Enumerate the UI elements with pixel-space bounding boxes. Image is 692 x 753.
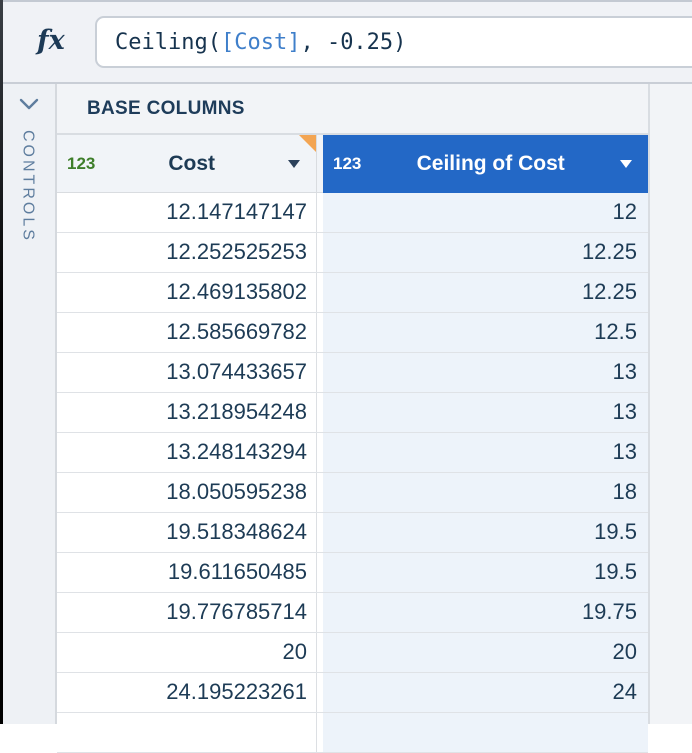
ceiling-of-cost-cell[interactable]	[323, 713, 648, 752]
section-header: BASE COLUMNS	[87, 84, 245, 133]
table-row: 18.050595238 18	[57, 473, 648, 513]
table-row: 12.469135802 12.25	[57, 273, 648, 313]
window-top-border	[0, 0, 692, 2]
formula-source-marker-icon	[299, 135, 316, 152]
column-header-cost[interactable]: 123 Cost	[57, 135, 317, 193]
numeric-type-icon: 123	[67, 154, 95, 174]
formula-prefix: Ceiling(	[115, 30, 221, 55]
table-row: 24.195223261 24	[57, 673, 648, 713]
formula-suffix: , -0.25)	[300, 30, 406, 55]
table-row: 19.611650485 19.5	[57, 553, 648, 593]
table-right-border	[648, 84, 650, 724]
window-left-edge	[0, 0, 3, 724]
ceiling-of-cost-cell[interactable]: 20	[323, 633, 648, 672]
table-body: 12.147147147 12 12.252525253 12.25 12.46…	[57, 193, 648, 753]
table-row: 13.248143294 13	[57, 433, 648, 473]
formula-column-ref: [Cost]	[221, 30, 300, 55]
cost-cell[interactable]: 19.611650485	[57, 553, 317, 592]
table-row: 13.218954248 13	[57, 393, 648, 433]
column-title-cost: Cost	[95, 152, 288, 176]
ceiling-of-cost-cell[interactable]: 12.25	[323, 273, 648, 312]
section-header-row: BASE COLUMNS	[57, 84, 648, 135]
chevron-down-icon[interactable]	[19, 98, 39, 110]
cost-cell[interactable]: 13.248143294	[57, 433, 317, 472]
caret-down-icon[interactable]	[620, 160, 632, 168]
caret-down-icon[interactable]	[288, 160, 300, 168]
column-header-ceiling-of-cost[interactable]: 123 Ceiling of Cost	[323, 135, 648, 193]
controls-panel-label: CONTROLS	[19, 130, 37, 243]
ceiling-of-cost-cell[interactable]: 12.5	[323, 313, 648, 352]
ceiling-of-cost-cell[interactable]: 19.75	[323, 593, 648, 632]
ceiling-of-cost-cell[interactable]: 13	[323, 353, 648, 392]
table-row: 19.776785714 19.75	[57, 593, 648, 633]
cost-cell[interactable]: 24.195223261	[57, 673, 317, 712]
ceiling-of-cost-cell[interactable]: 19.5	[323, 513, 648, 552]
table-row: 12.252525253 12.25	[57, 233, 648, 273]
cost-cell[interactable]: 13.074433657	[57, 353, 317, 392]
cost-cell[interactable]: 19.518348624	[57, 513, 317, 552]
table-row: 20 20	[57, 633, 648, 673]
table-row: 12.147147147 12	[57, 193, 648, 233]
cost-cell[interactable]: 13.218954248	[57, 393, 317, 432]
cost-cell[interactable]: 12.147147147	[57, 193, 317, 232]
cost-cell[interactable]: 12.252525253	[57, 233, 317, 272]
formula-bar: fx Ceiling([Cost], -0.25)	[3, 2, 692, 84]
ceiling-of-cost-cell[interactable]: 24	[323, 673, 648, 712]
ceiling-of-cost-cell[interactable]: 12	[323, 193, 648, 232]
cost-cell[interactable]	[57, 713, 317, 752]
numeric-type-icon: 123	[333, 154, 361, 174]
cost-cell[interactable]: 12.469135802	[57, 273, 317, 312]
controls-panel-tab[interactable]: CONTROLS	[3, 84, 57, 724]
cost-cell[interactable]: 19.776785714	[57, 593, 317, 632]
table-row	[57, 713, 648, 753]
ceiling-of-cost-cell[interactable]: 12.25	[323, 233, 648, 272]
fx-icon: fx	[37, 25, 65, 56]
table-row: 19.518348624 19.5	[57, 513, 648, 553]
ceiling-of-cost-cell[interactable]: 13	[323, 433, 648, 472]
ceiling-of-cost-cell[interactable]: 13	[323, 393, 648, 432]
cost-cell[interactable]: 12.585669782	[57, 313, 317, 352]
table-row: 12.585669782 12.5	[57, 313, 648, 353]
cost-cell[interactable]: 20	[57, 633, 317, 672]
column-header-row: 123 Cost 123 Ceiling of Cost	[57, 135, 648, 193]
ceiling-of-cost-cell[interactable]: 19.5	[323, 553, 648, 592]
table-row: 13.074433657 13	[57, 353, 648, 393]
column-title-ceiling-of-cost: Ceiling of Cost	[361, 152, 620, 176]
cost-cell[interactable]: 18.050595238	[57, 473, 317, 512]
ceiling-of-cost-cell[interactable]: 18	[323, 473, 648, 512]
table-pane: BASE COLUMNS 123 Cost 123 Ceiling of Cos…	[57, 84, 692, 724]
formula-input[interactable]: Ceiling([Cost], -0.25)	[95, 16, 692, 68]
